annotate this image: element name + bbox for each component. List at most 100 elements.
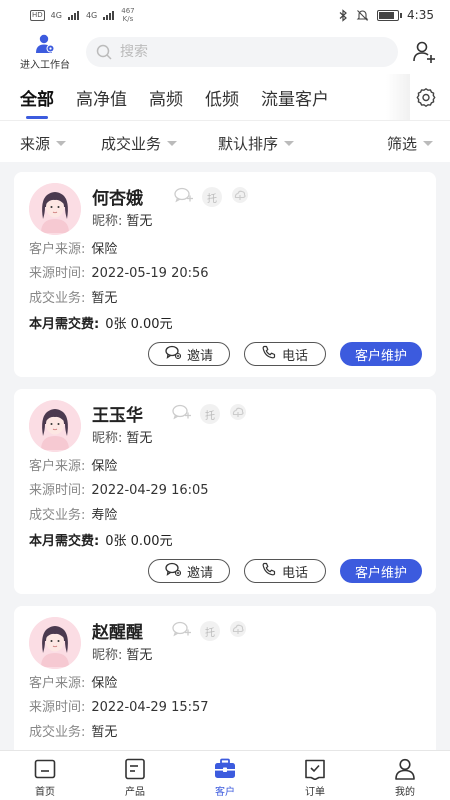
deal-row: 成交业务: 暂无 — [29, 287, 117, 306]
nickname-value: 暂无 — [126, 648, 153, 663]
status-right: 4:35 — [339, 8, 434, 22]
deal-row: 成交业务: 寿险 — [29, 504, 117, 523]
customer-card[interactable]: 赵醒醒 托 昵称: 暂无 客户来源: 保险 来源时间: 2022-04-29 15:5… — [14, 606, 436, 750]
status-bar: HD 4G 4G 467 K/s 4:35 — [0, 0, 450, 30]
phone-button[interactable]: 电话 — [244, 559, 326, 583]
top-bar: 进入工作台 — [0, 30, 450, 74]
filter-sort-label: 默认排序 — [218, 135, 279, 153]
phone-button[interactable]: 电话 — [244, 342, 326, 366]
nav-profile[interactable]: 我的 — [360, 751, 450, 800]
tab-high-net-worth[interactable]: 高净值 — [76, 85, 127, 110]
invite-button[interactable]: 邀请 — [148, 559, 230, 583]
invite-label: 邀请 — [186, 348, 213, 364]
bluetooth-icon — [339, 8, 347, 22]
deal-value: 寿险 — [91, 508, 118, 523]
tab-all[interactable]: 全部 — [20, 85, 54, 110]
maintain-label: 客户维护 — [354, 565, 407, 581]
filter-more[interactable]: 筛选 — [387, 133, 434, 154]
card-actions: 邀请 电话 客户维护 — [148, 559, 422, 583]
fee-row: 本月需交费: 0张 0.00元 — [29, 530, 173, 549]
deal-label: 成交业务: — [29, 508, 86, 523]
net-speed-value: 467 — [121, 7, 135, 15]
cloud-icon — [228, 403, 248, 425]
customer-card[interactable]: 何杏娥 托 昵称: 暂无 客户来源: 保险 来源时间: 2022-05-19 20:5… — [14, 172, 436, 377]
nickname-value: 暂无 — [126, 214, 153, 229]
nickname-value: 暂无 — [126, 431, 153, 446]
filter-more-label: 筛选 — [387, 135, 418, 153]
tab-traffic-customers[interactable]: 流量客户 — [261, 85, 329, 110]
customer-avatar — [29, 400, 81, 452]
time-row: 来源时间: 2022-05-19 20:56 — [29, 262, 209, 281]
customer-badges: 托 — [172, 403, 248, 425]
signal-1: 4G — [50, 10, 62, 20]
maintain-label: 客户维护 — [354, 348, 407, 364]
time-value: 2022-05-19 20:56 — [91, 266, 209, 281]
wechat-add-icon[interactable] — [172, 621, 192, 641]
trust-badge: 托 — [200, 621, 220, 641]
nav-customer[interactable]: 客户 — [180, 751, 270, 800]
customer-name: 赵醒醒 — [92, 623, 143, 643]
deal-value: 暂无 — [91, 291, 118, 306]
invite-button[interactable]: 邀请 — [148, 342, 230, 366]
search-input[interactable] — [120, 44, 360, 60]
net-speed-unit: K/s — [122, 15, 134, 23]
filter-source-label: 来源 — [20, 135, 51, 153]
wechat-add-icon[interactable] — [174, 187, 194, 207]
time-label: 来源时间: — [29, 266, 86, 281]
nav-order[interactable]: 订单 — [270, 751, 360, 800]
search-bar[interactable] — [86, 37, 398, 67]
customer-badges: 托 — [174, 186, 250, 208]
source-value: 保险 — [91, 676, 118, 691]
fee-label: 本月需交费: — [29, 317, 100, 332]
caret-down-icon — [167, 141, 178, 146]
cloud-icon — [230, 186, 250, 208]
phone-label: 电话 — [281, 565, 308, 581]
tab-low-frequency[interactable]: 低频 — [205, 85, 239, 110]
home-icon — [34, 759, 56, 779]
trust-badge: 托 — [200, 404, 220, 424]
workbench-button[interactable]: 进入工作台 — [12, 34, 78, 71]
deal-label: 成交业务: — [29, 291, 86, 306]
settings-gear-icon[interactable] — [416, 87, 436, 107]
deal-row: 成交业务: 暂无 — [29, 721, 117, 740]
time-label: 来源时间: — [29, 483, 86, 498]
source-value: 保险 — [91, 242, 118, 257]
card-actions: 邀请 电话 客户维护 — [148, 342, 422, 366]
invite-icon — [165, 562, 182, 580]
filter-deal[interactable]: 成交业务 — [101, 133, 178, 154]
customer-maintain-button[interactable]: 客户维护 — [340, 342, 422, 366]
filter-bar: 来源 成交业务 默认排序 筛选 — [0, 120, 450, 162]
hd-chip: HD — [30, 9, 45, 21]
caret-down-icon — [56, 141, 67, 146]
product-icon — [125, 758, 145, 780]
mute-bell-icon — [356, 9, 369, 21]
filter-sort[interactable]: 默认排序 — [218, 133, 295, 154]
nav-product-label: 产品 — [125, 787, 145, 798]
nav-home[interactable]: 首页 — [0, 751, 90, 800]
workbench-icon — [36, 34, 55, 53]
phone-label: 电话 — [281, 348, 308, 364]
add-user-icon[interactable] — [412, 40, 436, 64]
source-label: 客户来源: — [29, 676, 86, 691]
nav-home-label: 首页 — [35, 787, 55, 798]
customer-name: 王玉华 — [92, 406, 143, 426]
time-label: 来源时间: — [29, 700, 86, 715]
nav-product[interactable]: 产品 — [90, 751, 180, 800]
invite-label: 邀请 — [186, 565, 213, 581]
nav-customer-label: 客户 — [215, 787, 235, 798]
tab-high-frequency[interactable]: 高频 — [149, 85, 183, 110]
customer-name: 何杏娥 — [92, 189, 143, 209]
customer-list: 何杏娥 托 昵称: 暂无 客户来源: 保险 来源时间: 2022-05-19 20:5… — [0, 162, 450, 750]
nickname-label: 昵称: — [92, 431, 123, 446]
nav-order-label: 订单 — [305, 787, 325, 798]
customer-maintain-button[interactable]: 客户维护 — [340, 559, 422, 583]
customer-card[interactable]: 王玉华 托 昵称: 暂无 客户来源: 保险 来源时间: 2022-04-29 16:0… — [14, 389, 436, 594]
phone-icon — [262, 345, 276, 363]
caret-down-icon — [284, 141, 295, 146]
filter-source[interactable]: 来源 — [20, 133, 67, 154]
nickname-row: 昵称: 暂无 — [92, 210, 152, 229]
fee-value: 0张 0.00元 — [105, 534, 173, 549]
wechat-add-icon[interactable] — [172, 404, 192, 424]
nickname-row: 昵称: 暂无 — [92, 644, 152, 663]
source-row: 客户来源: 保险 — [29, 455, 117, 474]
